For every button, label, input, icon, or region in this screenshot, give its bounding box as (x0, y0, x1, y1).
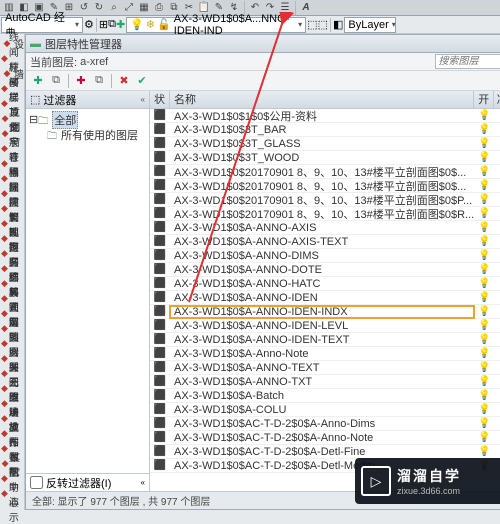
layer-properties-icon[interactable]: ✚ (116, 18, 125, 31)
layer-toolbar: AutoCAD 经典▾ ⚙ ⊞ ⧉ ✚ 💡 ❄ 🔓 AX-3-WD1$0$A..… (0, 16, 500, 34)
qat-icon[interactable]: ↺ (77, 1, 91, 15)
left-tool-item[interactable]: ◆帮助演示 (0, 486, 24, 501)
layer-row[interactable]: ⬛AX-3-WD1$0$A-Anno-Note💡☀🔓 (150, 347, 500, 361)
layer-row[interactable]: ⬛AX-3-WD1$0$A-ANNO-IDEN-TEXT💡☀🔓 (150, 333, 500, 347)
layer-row[interactable]: ⬛AX-3-WD1$0$A-ANNO-IDEN💡☀🔓 (150, 291, 500, 305)
filter-pane: ⬚过滤器« ⊟🗀全部 🗀所有使用的图层 反转过滤器(I) « (26, 91, 150, 491)
bold-icon[interactable]: A (299, 1, 313, 15)
tool-icon[interactable]: ⬚ (318, 18, 328, 31)
layer-row[interactable]: ⬛AX-3-WD1$0$1$0$公用-资料💡☀🔓 (150, 109, 500, 123)
new-layer-icon[interactable]: ✚ (30, 73, 46, 89)
tool-icon[interactable]: ⧉ (91, 73, 107, 89)
tool-icon[interactable]: ⧉ (108, 18, 116, 31)
play-icon: ▷ (361, 466, 391, 496)
layer-row[interactable]: ⬛AX-3-WD1$0$A-Batch💡☀🔓 (150, 389, 500, 403)
panel-title: ▬ 图层特性管理器 × (26, 35, 500, 53)
invert-filter-checkbox[interactable] (30, 476, 43, 489)
bylayer-combo[interactable]: ByLayer▾ (344, 17, 396, 33)
bulb-icon: 💡 (130, 18, 144, 31)
layer-list: 状 名称 开 冻结 锁... ⬛AX-3-WD1$0$1$0$公用-资料💡☀🔓⬛… (150, 91, 500, 491)
filter-node-all[interactable]: ⊟🗀全部 (29, 112, 146, 127)
qat-icon[interactable]: ⎙ (152, 1, 166, 15)
layer-row[interactable]: ⬛AX-3-WD1$0$3T_GLASS💡☀🔓 (150, 137, 500, 151)
qat-icon[interactable]: ↻ (92, 1, 106, 15)
layer-row[interactable]: ⬛AX-3-WD1$0$20170901 8、9、10、13#楼平立剖面图$0$… (150, 207, 500, 221)
layer-row[interactable]: ⬛AX-3-WD1$0$A-ANNO-HATC💡☀🔓 (150, 277, 500, 291)
invert-filter-row[interactable]: 反转过滤器(I) « (26, 473, 149, 491)
layer-row[interactable]: ⬛AX-3-WD1$0$A-ANNO-IDEN-INDX💡☀🔓 (150, 305, 500, 319)
layer-row[interactable]: ⬛AX-3-WD1$0$3T_BAR💡☀🔓 (150, 123, 500, 137)
tool-icon[interactable]: ⬚ (307, 18, 317, 31)
current-layer-row: 当前图层: a-xref 🔍 (26, 53, 500, 71)
layer-row[interactable]: ⬛AX-3-WD1$0$A-ANNO-DIMS💡☀🔓 (150, 249, 500, 263)
layer-row[interactable]: ⬛AX-3-WD1$0$AC-T-D-2$0$A-Anno-Dims💡☀🔓 (150, 417, 500, 431)
search-input[interactable] (435, 54, 500, 69)
layer-row[interactable]: ⬛AX-3-WD1$0$A-ANNO-DOTE💡☀🔓 (150, 263, 500, 277)
list-header[interactable]: 状 名称 开 冻结 锁... (150, 91, 500, 109)
qat-icon[interactable]: ▦ (137, 1, 151, 15)
layer-row[interactable]: ⬛AX-3-WD1$0$A-ANNO-AXIS💡☀🔓 (150, 221, 500, 235)
color-icon[interactable]: ◧ (333, 18, 343, 31)
panel-toolbar: ✚ ⧉ ✚ ⧉ ✖ ✔ ⚙ ↻ (26, 71, 500, 91)
layer-row[interactable]: ⬛AX-3-WD1$0$A-ANNO-TEXT💡☀🔓 (150, 361, 500, 375)
layer-row[interactable]: ⬛AX-3-WD1$0$AC-T-D-2$0$A-Detl-Fine💡☀🔓 (150, 445, 500, 459)
delete-layer-icon[interactable]: ✖ (116, 73, 132, 89)
set-current-icon[interactable]: ✔ (134, 73, 150, 89)
tool-icon[interactable]: ⊞ (99, 18, 108, 31)
layer-row[interactable]: ⬛AX-3-WD1$0$A-ANNO-IDEN-LEVL💡☀🔓 (150, 319, 500, 333)
left-toolbar: ◆设◆线闻柱子◆墙◆原闻层顶◆楼梯其他◆立面◆门窗◆文字表格◆尺寸标注◆符号标注… (0, 34, 25, 510)
layer-row[interactable]: ⬛AX-3-WD1$0$AC-T-D-2$0$A-Anno-Note💡☀🔓 (150, 431, 500, 445)
filter-node-used[interactable]: 🗀所有使用的图层 (29, 127, 146, 142)
panel-icon: ▬ (30, 38, 41, 50)
layer-combo[interactable]: 💡 ❄ 🔓 AX-3-WD1$0$A...NNO-IDEN-IND▾ (126, 17, 306, 33)
layer-row[interactable]: ⬛AX-3-WD1$0$A-ANNO-AXIS-TEXT💡☀🔓 (150, 235, 500, 249)
layer-row[interactable]: ⬛AX-3-WD1$0$A-COLU💡☀🔓 (150, 403, 500, 417)
qat-icon[interactable]: ⌕ (107, 1, 121, 15)
tool-icon[interactable]: ⚙ (84, 18, 94, 31)
watermark: ▷ 溜溜自学 zixue.3d66.com (355, 458, 500, 504)
layer-manager-panel: ▬ 图层特性管理器 × 当前图层: a-xref 🔍 ✚ ⧉ ✚ ⧉ ✖ ✔ ⚙… (25, 34, 500, 510)
new-group-icon[interactable]: ✚ (73, 73, 89, 89)
tool-icon[interactable]: ⧉ (48, 73, 64, 89)
qat-icon[interactable]: ⤢ (122, 1, 136, 15)
layer-row[interactable]: ⬛AX-3-WD1$0$A-ANNO-TXT💡☀🔓 (150, 375, 500, 389)
filter-header[interactable]: ⬚过滤器« (26, 91, 149, 109)
